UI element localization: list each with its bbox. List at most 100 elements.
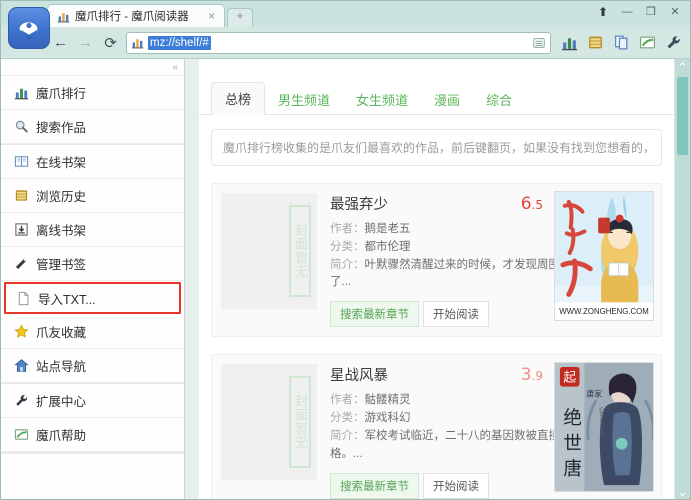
scrollbar-thumb[interactable] [677, 77, 688, 155]
score-decimal: .9 [531, 369, 543, 384]
sidebar-item-label: 离线书架 [36, 224, 87, 238]
sidebar-item-import-txt[interactable]: 导入TXT... [4, 282, 181, 314]
sidebar-item-site-nav[interactable]: 站点导航 [1, 349, 184, 383]
wrench-icon[interactable] [661, 31, 685, 55]
sidebar-item-search-works[interactable]: 搜索作品 [1, 110, 184, 144]
url-input[interactable]: mz://shelf/# [148, 35, 211, 50]
svg-text:唐家: 唐家 [586, 389, 602, 399]
book-cover-image[interactable]: 起 绝 世 唐 唐家 Qidian.com [554, 362, 654, 493]
svg-text:起: 起 [563, 371, 576, 386]
browser-tab[interactable]: 魔爪排行 - 魔爪阅读器 × [47, 4, 225, 27]
tab-overall[interactable]: 总榜 [211, 82, 266, 115]
book-card[interactable]: 封面暂无 最强弃少 作者：鹅是老五 分类：都市伦理 简介：叶默骤然清醒过来的时候… [211, 183, 662, 338]
sidebar-item-offline-shelf[interactable]: 离线书架 [1, 213, 184, 247]
new-tab-button[interactable] [227, 8, 253, 27]
sidebar-item-label: 搜索作品 [36, 121, 87, 135]
tab-female-channel[interactable]: 女生频道 [343, 84, 421, 115]
main-body: « 魔爪排行 搜索作品 在线书架 浏览历史 离线书架 管理书签 导入TXT...… [1, 59, 690, 499]
sidebar-item-label: 站点导航 [36, 360, 87, 374]
sidebar-item-ranking[interactable]: 魔爪排行 [1, 76, 184, 110]
sidebar-filler [1, 453, 184, 499]
window-controls: ⬆ — ❐ ✕ [592, 3, 686, 20]
chart-bar-icon[interactable] [557, 31, 581, 55]
cover-placeholder: 封面暂无 [221, 193, 317, 309]
author-label: 作者： [330, 394, 365, 407]
sidebar-collapse-row[interactable]: « [1, 59, 184, 76]
sidebar-item-label: 浏览历史 [36, 190, 87, 204]
tab-title: 魔爪排行 - 魔爪阅读器 [75, 11, 189, 23]
svg-text:WWW.ZONGHENG.COM: WWW.ZONGHENG.COM [559, 307, 649, 316]
star-icon [13, 324, 29, 340]
score-integer: 3 [520, 365, 532, 386]
scroll-up-icon[interactable]: ⌃ [677, 59, 688, 76]
chart-bar-icon [57, 10, 70, 23]
cover-placeholder-label: 封面暂无 [288, 376, 311, 469]
start-reading-button[interactable]: 开始阅读 [423, 301, 489, 328]
cover-placeholder: 封面暂无 [221, 364, 317, 481]
sidebar-item-history[interactable]: 浏览历史 [1, 179, 184, 213]
navigation-toolbar: ← → ⟳ mz://shelf/# [1, 27, 690, 59]
cover-placeholder-label: 封面暂无 [288, 205, 311, 297]
bookmark-tag-icon [13, 256, 29, 272]
home-icon [13, 358, 29, 374]
tab-general[interactable]: 综合 [473, 84, 525, 115]
maximize-button[interactable]: ❐ [640, 3, 662, 20]
help-icon [13, 427, 29, 443]
sidebar-item-label: 在线书架 [36, 156, 87, 170]
back-button[interactable]: ← [49, 31, 72, 54]
address-bar[interactable]: mz://shelf/# [126, 31, 551, 54]
sidebar: « 魔爪排行 搜索作品 在线书架 浏览历史 离线书架 管理书签 导入TXT...… [1, 59, 185, 499]
page-surface: 总榜 男生频道 女生频道 漫画 综合 魔爪排行榜收集的是爪友们最喜欢的作品，前后… [199, 59, 674, 499]
content-scrollbar[interactable]: ⌃ ⌄ [674, 59, 690, 499]
pin-up-button[interactable]: ⬆ [592, 3, 614, 20]
sidebar-group-2: 在线书架 浏览历史 离线书架 管理书签 导入TXT... 爪友收藏 站点导航 [1, 145, 184, 384]
tab-male-channel[interactable]: 男生频道 [265, 84, 343, 115]
sidebar-item-label: 导入TXT... [38, 292, 96, 307]
search-latest-chapter-button[interactable]: 搜索最新章节 [330, 472, 419, 499]
sidebar-item-label: 管理书签 [36, 258, 87, 272]
score-decimal: .5 [531, 198, 543, 212]
tab-comics[interactable]: 漫画 [421, 84, 473, 115]
content-area: 总榜 男生频道 女生频道 漫画 综合 魔爪排行榜收集的是爪友们最喜欢的作品，前后… [185, 59, 690, 499]
close-button[interactable]: ✕ [664, 3, 686, 20]
sidebar-item-help[interactable]: 魔爪帮助 [1, 418, 184, 452]
history-icon [13, 188, 29, 204]
help-icon[interactable] [635, 31, 659, 55]
category-label: 分类： [330, 240, 365, 253]
scroll-down-icon[interactable]: ⌄ [677, 483, 688, 499]
forward-button[interactable]: → [74, 31, 97, 54]
app-logo-icon[interactable] [8, 7, 50, 49]
book-cover-image[interactable]: WWW.ZONGHENG.COM [554, 191, 654, 321]
browser-window: 魔爪排行 - 魔爪阅读器 × ⬆ — ❐ ✕ ← → ⟳ mz://shelf/… [0, 0, 691, 500]
category-tabs: 总榜 男生频道 女生频道 漫画 综合 [199, 59, 674, 115]
sidebar-item-friend-favorites[interactable]: 爪友收藏 [1, 315, 184, 349]
sidebar-item-extensions[interactable]: 扩展中心 [1, 384, 184, 418]
sidebar-group-3: 扩展中心 魔爪帮助 [1, 384, 184, 453]
bookshelf-icon[interactable] [583, 31, 607, 55]
tab-close-icon[interactable]: × [205, 10, 218, 23]
sidebar-item-online-shelf[interactable]: 在线书架 [1, 145, 184, 179]
book-score: 3.9 [521, 365, 543, 385]
book-category: 游戏科幻 [364, 412, 411, 425]
notice-banner: 魔爪排行榜收集的是爪友们最喜欢的作品，前后键翻页，如果没有找到您想看的， [211, 129, 662, 166]
sidebar-item-bookmarks[interactable]: 管理书签 [1, 247, 184, 281]
book-score: 6.5 [521, 194, 543, 214]
title-bar: 魔爪排行 - 魔爪阅读器 × ⬆ — ❐ ✕ [1, 1, 690, 49]
category-label: 分类： [330, 412, 365, 425]
book-author: 骷髅精灵 [364, 394, 411, 407]
download-icon [13, 222, 29, 238]
open-book-icon [13, 154, 29, 170]
wrench-icon [13, 393, 29, 409]
book-card[interactable]: 封面暂无 星战风暴 作者：骷髅精灵 分类：游戏科幻 简介：军校考试临近，二十八的… [211, 354, 662, 499]
pages-icon[interactable] [609, 31, 633, 55]
book-author: 鹅是老五 [364, 223, 411, 235]
author-label: 作者： [330, 223, 365, 235]
reload-button[interactable]: ⟳ [99, 31, 122, 54]
collapse-icon[interactable]: « [172, 62, 177, 73]
page-menu-icon[interactable] [532, 36, 546, 50]
summary-label: 简介： [330, 258, 365, 271]
minimize-button[interactable]: — [616, 3, 638, 20]
search-latest-chapter-button[interactable]: 搜索最新章节 [330, 301, 419, 328]
sidebar-item-label: 魔爪帮助 [36, 429, 87, 443]
start-reading-button[interactable]: 开始阅读 [423, 472, 489, 499]
